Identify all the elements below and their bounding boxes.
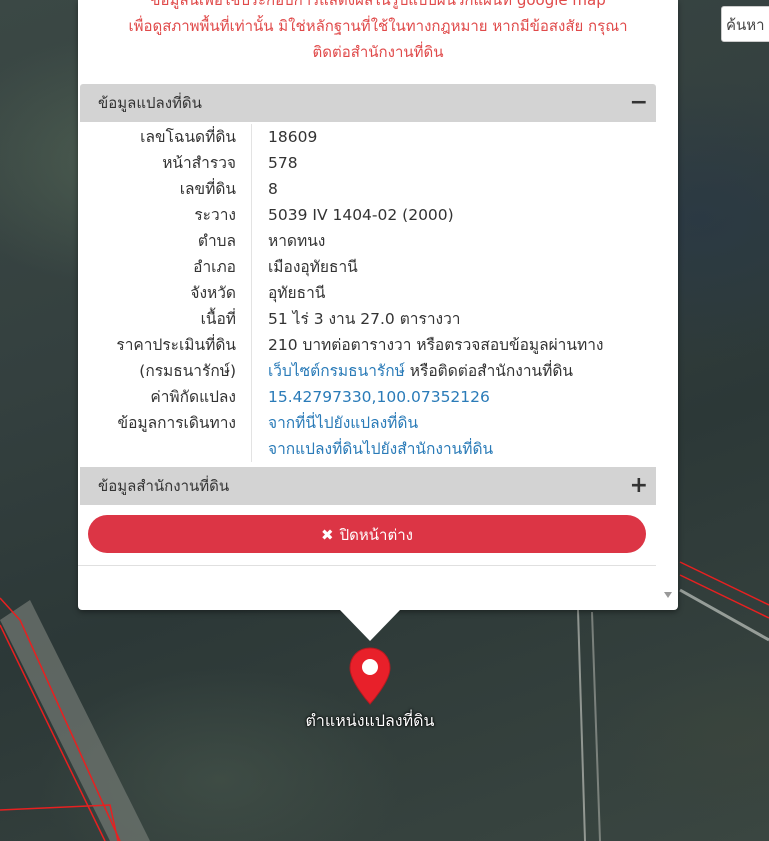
route-to-parcel-link[interactable]: จากที่นี่ไปยังแปลงที่ดิน bbox=[268, 414, 418, 432]
table-row: เลขที่ดิน 8 bbox=[80, 176, 656, 202]
route-to-office-link[interactable]: จากแปลงที่ดินไปยังสำนักงานที่ดิน bbox=[268, 440, 493, 458]
travel-row: ข้อมูลการเดินทาง จากที่นี่ไปยังแปลงที่ดิ… bbox=[80, 410, 656, 462]
popup-pointer bbox=[339, 609, 401, 641]
office-panel-title: ข้อมูลสำนักงานที่ดิน bbox=[98, 477, 230, 495]
coords-link[interactable]: 15.42797330,100.07352126 bbox=[268, 388, 490, 406]
search-input[interactable]: ค้นหา bbox=[721, 6, 769, 42]
disclaimer-line-3: ติดต่อสำนักงานที่ดิน bbox=[312, 43, 444, 61]
row-value: 8 bbox=[251, 176, 656, 202]
row-label: ตำบล bbox=[197, 232, 236, 250]
office-panel-header[interactable]: ข้อมูลสำนักงานที่ดิน + bbox=[80, 467, 656, 505]
row-value: 5039 IV 1404-02 (2000) bbox=[251, 202, 656, 228]
office-panel: ข้อมูลสำนักงานที่ดิน + bbox=[80, 467, 656, 505]
close-button-label: ปิดหน้าต่าง bbox=[339, 526, 413, 544]
row-value: อุทัยธานี bbox=[251, 280, 656, 306]
row-label: เลขที่ดิน bbox=[179, 180, 236, 198]
row-label: เนื้อที่ bbox=[200, 310, 236, 328]
table-row: เลขโฉนดที่ดิน 18609 bbox=[80, 124, 656, 150]
travel-links: จากที่นี่ไปยังแปลงที่ดิน จากแปลงที่ดินไป… bbox=[251, 410, 656, 462]
travel-label: ข้อมูลการเดินทาง bbox=[117, 414, 236, 432]
divider bbox=[78, 565, 656, 566]
row-value: 18609 bbox=[251, 124, 656, 150]
marker-label: ตำแหน่งแปลงที่ดิน bbox=[305, 711, 435, 730]
disclaimer-line-2: เพื่อดูสภาพพื้นที่เท่านั้น มิใช่หลักฐานท… bbox=[128, 17, 628, 35]
map-pin-icon[interactable] bbox=[348, 646, 392, 708]
scroll-down-arrow-icon[interactable] bbox=[664, 592, 672, 598]
price-label-line-1: ราคาประเมินที่ดิน bbox=[116, 336, 236, 354]
price-value-line-2: เว็บไซต์กรมธนารักษ์ หรือติดต่อสำนักงานที… bbox=[268, 358, 656, 384]
disclaimer-line-1: ข้อมูลนี้เพื่อใช้ประกอบการแสดงผลในรูปแบบ… bbox=[150, 0, 606, 9]
row-label: อำเภอ bbox=[193, 258, 236, 276]
row-value: เมืองอุทัยธานี bbox=[251, 254, 656, 280]
price-value-rest: หรือติดต่อสำนักงานที่ดิน bbox=[404, 362, 574, 380]
parcel-info-table: เลขโฉนดที่ดิน 18609 หน้าสำรวจ 578 เลขที่ดิ… bbox=[80, 122, 656, 462]
table-row: อำเภอ เมืองอุทัยธานี bbox=[80, 254, 656, 280]
row-value: 51 ไร่ 3 งาน 27.0 ตารางวา bbox=[251, 306, 656, 332]
table-row: ระวาง 5039 IV 1404-02 (2000) bbox=[80, 202, 656, 228]
row-value: 578 bbox=[251, 150, 656, 176]
price-label-line-2: (กรมธนารักษ์) bbox=[139, 362, 236, 380]
row-value: หาดทนง bbox=[251, 228, 656, 254]
close-icon: ✖ bbox=[321, 526, 334, 544]
price-value-line-1: 210 บาทต่อตารางวา หรือตรวจสอบข้อมูลผ่านท… bbox=[268, 336, 604, 354]
table-row: หน้าสำรวจ 578 bbox=[80, 150, 656, 176]
coords-value-cell: 15.42797330,100.07352126 bbox=[251, 384, 656, 410]
treasury-website-link[interactable]: เว็บไซต์กรมธนารักษ์ bbox=[268, 362, 405, 380]
parcel-panel-title: ข้อมูลแปลงที่ดิน bbox=[98, 94, 202, 112]
row-label: เลขโฉนดที่ดิน bbox=[140, 128, 236, 146]
parcel-panel-header[interactable]: ข้อมูลแปลงที่ดิน − bbox=[80, 84, 656, 122]
table-row: เนื้อที่ 51 ไร่ 3 งาน 27.0 ตารางวา bbox=[80, 306, 656, 332]
coords-row: ค่าพิกัดแปลง 15.42797330,100.07352126 bbox=[80, 384, 656, 410]
price-value: 210 บาทต่อตารางวา หรือตรวจสอบข้อมูลผ่านท… bbox=[251, 332, 656, 384]
parcel-info-popup: ข้อมูลนี้เพื่อใช้ประกอบการแสดงผลในรูปแบบ… bbox=[78, 0, 678, 610]
coords-label: ค่าพิกัดแปลง bbox=[150, 388, 236, 406]
table-row: จังหวัด อุทัยธานี bbox=[80, 280, 656, 306]
expand-icon[interactable]: + bbox=[630, 467, 648, 505]
row-label: ระวาง bbox=[194, 206, 236, 224]
row-label: จังหวัด bbox=[190, 284, 236, 302]
table-row: ตำบล หาดทนง bbox=[80, 228, 656, 254]
disclaimer-text: ข้อมูลนี้เพื่อใช้ประกอบการแสดงผลในรูปแบบ… bbox=[78, 0, 678, 80]
row-label: หน้าสำรวจ bbox=[162, 154, 236, 172]
price-row: ราคาประเมินที่ดิน (กรมธนารักษ์) 210 บาทต… bbox=[80, 332, 656, 384]
parcel-panel: ข้อมูลแปลงที่ดิน − เลขโฉนดที่ดิน 18609 หน… bbox=[80, 84, 656, 462]
price-label: ราคาประเมินที่ดิน (กรมธนารักษ์) bbox=[80, 332, 251, 384]
close-window-button[interactable]: ✖ ปิดหน้าต่าง bbox=[88, 515, 646, 553]
collapse-icon[interactable]: − bbox=[630, 84, 648, 122]
